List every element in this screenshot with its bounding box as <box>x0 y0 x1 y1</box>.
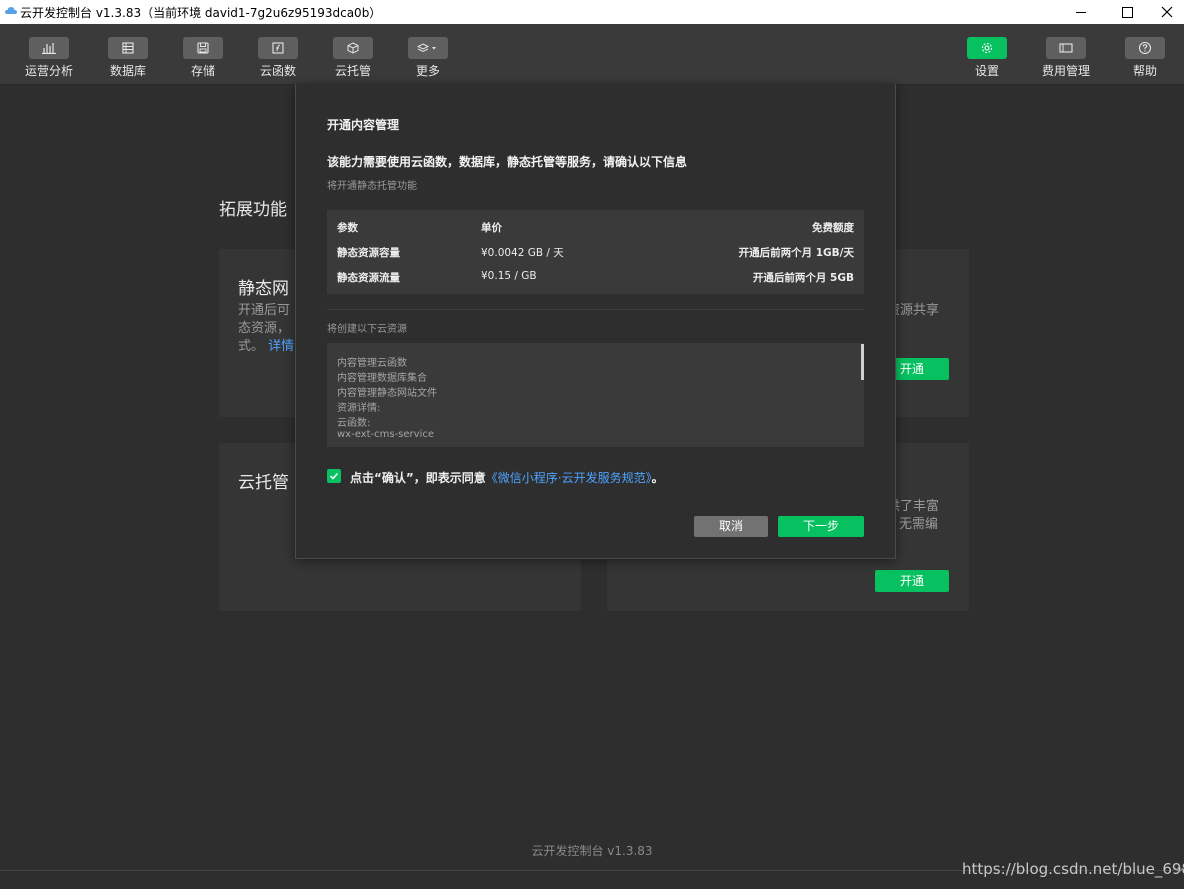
toolbar-label: 数据库 <box>109 64 146 78</box>
toolbar-label: 帮助 <box>1132 64 1157 78</box>
divider <box>327 309 864 310</box>
table-cell: ¥0.15 / GB <box>481 270 537 282</box>
column-header: 单价 <box>481 222 502 234</box>
gear-icon <box>967 37 1007 59</box>
toolbar-billing[interactable]: 费用管理 <box>1034 37 1098 81</box>
toolbar-cloud-function[interactable]: 云函数 <box>246 37 310 81</box>
column-header: 免费额度 <box>812 222 854 234</box>
toolbar-help[interactable]: 帮助 <box>1113 37 1177 81</box>
dialog-title: 开通内容管理 <box>327 118 400 132</box>
list-item: 内容管理云函数 <box>337 358 407 369</box>
maximize-button[interactable] <box>1104 0 1150 24</box>
next-step-button[interactable]: 下一步 <box>778 516 864 537</box>
toolbar-settings[interactable]: 设置 <box>955 37 1019 81</box>
table-row: 静态资源流量 ¥0.15 / GB 开通后前两个月 5GB <box>327 267 864 287</box>
section-title: 拓展功能 <box>219 200 287 220</box>
billing-icon <box>1046 37 1086 59</box>
toolbar-label: 费用管理 <box>1041 64 1090 78</box>
toolbar-label: 更多 <box>415 64 440 78</box>
column-header: 参数 <box>337 222 358 234</box>
minimize-button[interactable] <box>1058 0 1104 24</box>
service-terms-link[interactable]: 《微信小程序·云开发服务规范》 <box>486 471 652 485</box>
table-header-row: 参数 单价 免费额度 <box>327 217 864 237</box>
cube-icon <box>333 37 373 59</box>
database-icon <box>108 37 148 59</box>
table-row: 静态资源容量 ¥0.0042 GB / 天 开通后前两个月 1GB/天 <box>327 242 864 262</box>
toolbar-label: 云托管 <box>334 64 371 78</box>
enable-content-management-dialog: 开通内容管理 该能力需要使用云函数，数据库，静态托管等服务，请确认以下信息 将开… <box>295 84 896 559</box>
checkmark-icon <box>329 472 339 480</box>
card-desc-line: 开通后可 <box>238 303 291 318</box>
function-icon <box>258 37 298 59</box>
toolbar-database[interactable]: 数据库 <box>96 37 160 81</box>
list-item: 资源详情: <box>337 403 381 414</box>
dialog-subtitle: 将开通静态托管功能 <box>327 181 417 192</box>
resources-list[interactable]: 内容管理云函数 内容管理数据库集合 内容管理静态网站文件 资源详情: 云函数: … <box>327 343 864 447</box>
main-toolbar: 运营分析 数据库 存储 云函数 云托管 更多 设置 费用管理 帮助 <box>0 24 1184 85</box>
table-cell: 静态资源流量 <box>337 272 400 284</box>
table-cell: 开通后前两个月 5GB <box>752 272 854 284</box>
agree-checkbox[interactable] <box>327 469 341 483</box>
toolbar-more[interactable]: 更多 <box>396 37 460 81</box>
window-title-bar: 云开发控制台 v1.3.83（当前环境 david1-7g2u6z95193dc… <box>0 0 1184 24</box>
toolbar-storage[interactable]: 存储 <box>171 37 235 81</box>
details-link[interactable]: 详情 <box>268 339 294 354</box>
list-item: 云函数: <box>337 418 371 429</box>
toolbar-label: 运营分析 <box>24 64 73 78</box>
bar-chart-icon <box>29 37 69 59</box>
help-icon <box>1125 37 1165 59</box>
list-item: 内容管理静态网站文件 <box>337 388 437 399</box>
cloud-app-icon <box>4 4 18 18</box>
table-cell: ¥0.0042 GB / 天 <box>481 247 564 259</box>
list-item: 内容管理数据库集合 <box>337 373 427 384</box>
card-desc-line: 式。 详情 <box>238 339 295 354</box>
table-cell: 开通后前两个月 1GB/天 <box>738 247 854 259</box>
card-title: 静态网 <box>238 279 289 299</box>
toolbar-operations-analysis[interactable]: 运营分析 <box>17 37 81 81</box>
toolbar-label: 云函数 <box>259 64 296 78</box>
open-button[interactable]: 开通 <box>875 570 949 592</box>
cancel-button[interactable]: 取消 <box>694 516 768 537</box>
minimize-icon <box>1076 11 1086 13</box>
pricing-table: 参数 单价 免费额度 静态资源容量 ¥0.0042 GB / 天 开通后前两个月… <box>327 210 864 294</box>
toolbar-cloud-hosting[interactable]: 云托管 <box>321 37 385 81</box>
scroll-down-arrow-icon[interactable] <box>1174 860 1184 888</box>
close-button[interactable] <box>1150 0 1184 24</box>
storage-icon <box>183 37 223 59</box>
footer-version: 云开发控制台 v1.3.83 <box>531 844 653 858</box>
watermark: https://blog.csdn.net/blue_698 <box>962 860 1184 878</box>
scrollbar-thumb[interactable] <box>861 344 864 380</box>
close-icon <box>1161 6 1173 18</box>
window-title: 云开发控制台 v1.3.83（当前环境 david1-7g2u6z95193dc… <box>20 6 382 20</box>
toolbar-label: 存储 <box>190 64 215 78</box>
resources-label: 将创建以下云资源 <box>327 324 407 335</box>
card-desc-line: 态资源， <box>238 321 291 336</box>
layers-icon <box>408 37 448 59</box>
toolbar-label: 设置 <box>974 64 999 78</box>
maximize-icon <box>1121 6 1133 18</box>
card-desc-line: 无需编 <box>899 517 939 532</box>
dialog-heading: 该能力需要使用云函数，数据库，静态托管等服务，请确认以下信息 <box>327 155 688 169</box>
table-cell: 静态资源容量 <box>337 247 400 259</box>
card-title: 云托管 <box>238 473 289 493</box>
agreement-text: 点击“确认”，即表示同意《微信小程序·云开发服务规范》。 <box>350 471 664 485</box>
list-item: wx-ext-cms-service <box>337 429 435 440</box>
